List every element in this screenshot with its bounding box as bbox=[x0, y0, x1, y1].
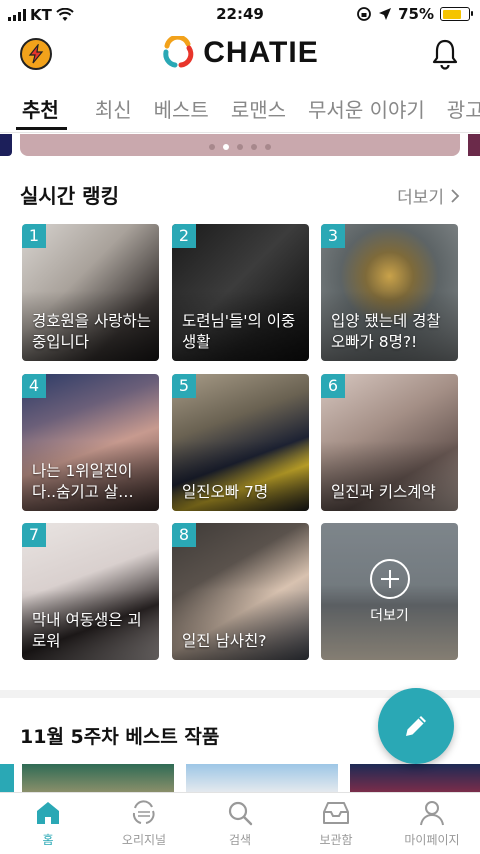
card-title: 도련님'들'의 이중생활 bbox=[182, 312, 296, 351]
nav-mypage[interactable]: 마이페이지 bbox=[384, 793, 480, 854]
location-icon bbox=[379, 8, 392, 20]
banner-carousel[interactable] bbox=[20, 134, 460, 156]
nav-home[interactable]: 홈 bbox=[0, 793, 96, 854]
search-icon bbox=[228, 801, 253, 826]
rank-badge: 1 bbox=[22, 224, 46, 248]
more-card-label: 더보기 bbox=[370, 607, 409, 624]
carousel-dot[interactable] bbox=[237, 144, 243, 150]
tab-recommended[interactable]: 추천 bbox=[0, 86, 77, 132]
card-title: 일진오빠 7명 bbox=[182, 483, 269, 501]
divider bbox=[0, 132, 480, 133]
more-label: 더보기 bbox=[397, 188, 444, 208]
carousel-dot[interactable] bbox=[209, 144, 215, 150]
nav-library[interactable]: 보관함 bbox=[288, 793, 384, 854]
ranking-card[interactable]: 4 나는 1위일진이다..숨기고 살… bbox=[22, 374, 159, 511]
banner-prev-peek[interactable] bbox=[0, 134, 12, 156]
nav-search[interactable]: 검색 bbox=[192, 793, 288, 854]
nav-original[interactable]: 오리지널 bbox=[96, 793, 192, 854]
ranking-card[interactable]: 8 일진 남사친? bbox=[172, 523, 309, 660]
rank-badge: 5 bbox=[172, 374, 196, 398]
original-logo-icon bbox=[132, 800, 155, 824]
more-card[interactable]: 더보기 bbox=[321, 523, 458, 660]
home-icon bbox=[37, 802, 59, 824]
nav-label: 마이페이지 bbox=[404, 833, 460, 847]
bottom-nav: 홈 오리지널 검색 보관함 마이페이지 bbox=[0, 792, 480, 854]
nav-label: 홈 bbox=[42, 833, 54, 847]
more-button[interactable]: 더보기 bbox=[397, 183, 460, 208]
card-title: 일진과 키스계약 bbox=[331, 483, 436, 501]
tab-best[interactable]: 베스트 bbox=[154, 86, 209, 132]
bell-icon[interactable] bbox=[430, 38, 460, 70]
ranking-card[interactable]: 2 도련님'들'의 이중생활 bbox=[172, 224, 309, 361]
rank-badge: 7 bbox=[22, 523, 46, 547]
logo-mark-icon bbox=[163, 36, 194, 68]
pencil-icon bbox=[406, 716, 426, 736]
logo-text: CHATIE bbox=[203, 36, 319, 69]
rotation-lock-icon bbox=[357, 7, 371, 21]
tab-romance[interactable]: 로맨스 bbox=[231, 86, 286, 132]
card-title: 막내 여동생은 괴로워 bbox=[32, 611, 142, 650]
card-title: 경호원을 사랑하는중입니다 bbox=[32, 312, 152, 351]
tab-latest[interactable]: 최신 bbox=[95, 86, 132, 132]
chevron-right-icon bbox=[451, 188, 460, 203]
rank-badge: 8 bbox=[172, 523, 196, 547]
write-button[interactable] bbox=[378, 688, 454, 764]
carousel-indicator bbox=[20, 144, 460, 150]
nav-label: 검색 bbox=[228, 833, 252, 847]
best-card[interactable] bbox=[350, 764, 480, 792]
ranking-card[interactable]: 6 일진과 키스계약 bbox=[321, 374, 458, 511]
card-title: 입양 됐는데 경찰오빠가 8명?! bbox=[331, 312, 441, 351]
carousel-dot[interactable] bbox=[251, 144, 257, 150]
plus-icon bbox=[369, 558, 410, 599]
category-tabs: 추천 최신 베스트 로맨스 무서운 이야기 광고이 bbox=[0, 86, 480, 132]
rank-badge: 4 bbox=[22, 374, 46, 398]
ranking-card[interactable]: 5 일진오빠 7명 bbox=[172, 374, 309, 511]
tab-horror[interactable]: 무서운 이야기 bbox=[308, 86, 425, 132]
best-carousel[interactable] bbox=[0, 764, 480, 792]
best-section-title: 11월 5주차 베스트 작품 bbox=[20, 726, 220, 748]
battery-percent: 75% bbox=[398, 5, 434, 23]
app-header: CHATIE bbox=[0, 30, 480, 78]
rank-badge: 6 bbox=[321, 374, 345, 398]
nav-label: 보관함 bbox=[319, 833, 353, 847]
section-title: 실시간 랭킹 bbox=[20, 184, 119, 208]
status-bar: KT 22:49 75% bbox=[0, 0, 480, 30]
person-icon bbox=[420, 801, 444, 826]
banner-next-peek[interactable] bbox=[468, 134, 480, 156]
best-card[interactable] bbox=[22, 764, 174, 792]
rank-badge: 2 bbox=[172, 224, 196, 248]
battery-icon bbox=[440, 7, 473, 21]
card-title: 일진 남사친? bbox=[182, 632, 267, 650]
carousel-dot[interactable] bbox=[265, 144, 271, 150]
tab-ad[interactable]: 광고이 bbox=[447, 86, 480, 132]
inbox-icon bbox=[323, 802, 349, 824]
ranking-card[interactable]: 7 막내 여동생은 괴로워 bbox=[22, 523, 159, 660]
ranking-card[interactable]: 3 입양 됐는데 경찰오빠가 8명?! bbox=[321, 224, 458, 361]
battery-fill bbox=[442, 9, 462, 19]
app-logo[interactable]: CHATIE bbox=[0, 36, 480, 70]
nav-label: 오리지널 bbox=[121, 833, 167, 847]
best-card[interactable] bbox=[186, 764, 338, 792]
rank-badge: 3 bbox=[321, 224, 345, 248]
carousel-dot[interactable] bbox=[223, 144, 229, 150]
card-title: 나는 1위일진이다..숨기고 살… bbox=[32, 462, 134, 501]
ranking-card[interactable]: 1 경호원을 사랑하는중입니다 bbox=[22, 224, 159, 361]
